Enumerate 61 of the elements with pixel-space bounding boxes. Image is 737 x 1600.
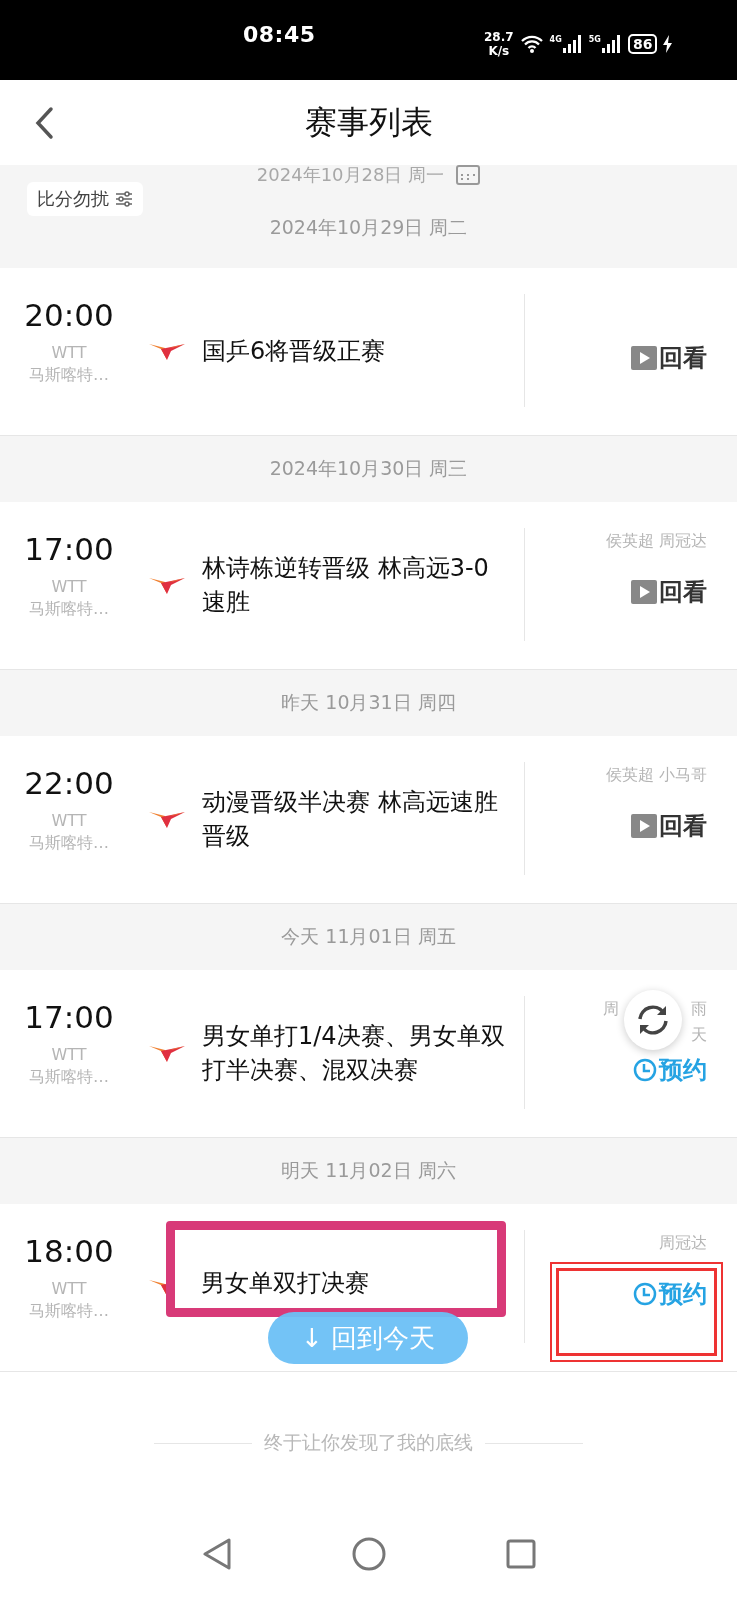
charging-icon <box>663 35 673 53</box>
back-nav-icon[interactable] <box>201 1538 232 1570</box>
signal-icon <box>562 35 583 53</box>
match-time: 18:00 <box>24 1234 114 1268</box>
venue-label: 马斯喀特… <box>29 364 109 386</box>
commentator-names: 周 <box>603 998 619 1020</box>
match-title[interactable]: 动漫晋级半决赛 林高远速胜晋级 <box>196 784 524 853</box>
commentator-names: 侯英超 小马哥 <box>605 764 707 786</box>
replay-button[interactable]: 回看 <box>631 810 707 842</box>
match-title[interactable]: 男女单打1/4决赛、男女单双打半决赛、混双决赛 <box>196 1018 524 1087</box>
match-time: 17:00 <box>24 532 114 566</box>
play-icon <box>631 580 657 604</box>
play-icon <box>631 346 657 370</box>
signal-icon <box>601 35 622 53</box>
refresh-button[interactable] <box>624 990 682 1050</box>
refresh-icon <box>635 1004 671 1036</box>
commentator-names: 雨 <box>691 998 707 1020</box>
date-heading: 2024年10月29日 周二 <box>268 215 469 240</box>
clock-icon <box>633 1058 657 1082</box>
page-title: 赛事列表 <box>304 101 433 143</box>
calendar-icon[interactable] <box>456 165 481 185</box>
organizer-label: WTT <box>51 576 87 598</box>
commentator-names: 天 <box>691 1024 707 1046</box>
date-heading: 昨天 10月31日 周四 <box>281 690 456 715</box>
end-of-list-text: 终于让你发现了我的底线 <box>264 1430 473 1455</box>
network-type: 5G <box>588 35 601 44</box>
venue-label: 马斯喀特… <box>29 598 109 620</box>
wifi-icon <box>519 34 544 54</box>
commentator-names: 周冠达 <box>659 1232 707 1254</box>
date-heading: 明天 11月02日 周六 <box>281 1158 456 1183</box>
venue-label: 马斯喀特… <box>29 1300 109 1322</box>
organizer-label: WTT <box>51 1044 87 1066</box>
status-time: 08:45 <box>243 22 316 47</box>
date-heading: 今天 11月01日 周五 <box>281 924 456 949</box>
replay-button[interactable]: 回看 <box>631 342 707 374</box>
network-speed: 28.7 <box>484 30 514 44</box>
match-title[interactable]: 林诗栋逆转晋级 林高远3-0速胜 <box>196 550 524 619</box>
network-type: 4G <box>549 35 562 44</box>
match-time: 20:00 <box>24 298 114 332</box>
recents-nav-icon[interactable] <box>505 1539 536 1569</box>
match-title[interactable]: 国乒6将晋级正赛 <box>196 333 524 368</box>
filter-icon <box>115 191 133 207</box>
home-nav-icon[interactable] <box>351 1537 386 1571</box>
highlighted-match-title[interactable]: 男女单双打决赛 <box>166 1221 506 1317</box>
organizer-label: WTT <box>51 810 87 832</box>
organizer-label: WTT <box>51 342 87 364</box>
clock-icon <box>633 1282 657 1306</box>
organizer-label: WTT <box>51 1278 87 1300</box>
date-heading: 2024年10月28日 周一 <box>256 165 445 185</box>
replay-button[interactable]: 回看 <box>631 576 707 608</box>
battery-level: 86 <box>627 34 658 54</box>
venue-label: 马斯喀特… <box>29 1066 109 1088</box>
speed-unit: K/s <box>488 44 510 58</box>
mute-scores-button[interactable]: 比分勿扰 <box>27 182 143 216</box>
match-time: 17:00 <box>24 1000 114 1034</box>
commentator-names: 侯英超 周冠达 <box>605 530 707 552</box>
play-icon <box>631 814 657 838</box>
date-heading: 2024年10月30日 周三 <box>269 456 468 481</box>
back-icon[interactable] <box>34 106 54 140</box>
match-time: 22:00 <box>24 766 114 800</box>
venue-label: 马斯喀特… <box>29 832 109 854</box>
